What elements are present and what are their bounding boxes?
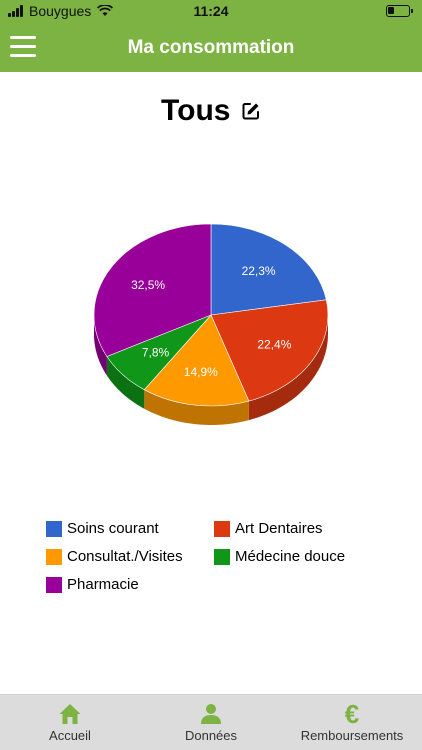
home-icon — [59, 704, 81, 724]
legend-swatch — [46, 576, 62, 593]
page-title: Ma consommation — [127, 37, 295, 58]
battery-level — [388, 7, 394, 14]
status-bar: Bouygues 11:24 — [0, 0, 422, 24]
filter-title: Tous — [161, 94, 231, 127]
legend-swatch — [214, 520, 230, 537]
tab-label: Accueil — [49, 728, 91, 743]
euro-icon: € — [345, 702, 359, 726]
pie-slice-label: 14,9% — [184, 365, 218, 379]
legend-label: Consultat./Visites — [67, 548, 183, 565]
filter-row: Tous — [0, 94, 422, 128]
tab-donnees[interactable]: Données — [140, 695, 282, 750]
battery-cap — [411, 9, 413, 13]
legend-label: Art Dentaires — [235, 520, 323, 537]
legend-swatch — [46, 548, 62, 565]
legend-label: Pharmacie — [67, 576, 139, 593]
legend-swatch — [46, 520, 62, 537]
edit-icon[interactable] — [241, 101, 261, 121]
user-icon — [201, 704, 221, 724]
legend-label: Médecine douce — [235, 548, 346, 565]
legend-item: Art Dentaires — [214, 520, 323, 537]
screen: Bouygues 11:24 Ma consommation Tous 22,3… — [0, 0, 422, 750]
legend-label: Soins courant — [67, 520, 159, 537]
svg-text:€: € — [345, 702, 359, 726]
pie-slice-label: 22,4% — [257, 337, 291, 351]
pie-slice-label: 32,5% — [131, 278, 165, 292]
pie-chart: 22,3% 22,4% 14,9% 7,8% 32,5% — [93, 223, 329, 425]
tab-label: Données — [184, 728, 238, 743]
pie-slice-label: 22,3% — [242, 264, 276, 278]
tab-bar: Accueil Données € Remboursements — [0, 694, 422, 750]
status-time: 11:24 — [193, 3, 229, 19]
legend-item: Consultat./Visites — [46, 548, 183, 565]
legend-item: Médecine douce — [214, 548, 345, 565]
tab-label: Remboursements — [300, 728, 404, 743]
legend-item: Soins courant — [46, 520, 159, 537]
app-header: Ma consommation — [0, 24, 422, 72]
battery-icon — [386, 5, 413, 17]
legend-swatch — [214, 548, 230, 565]
legend-item: Pharmacie — [46, 576, 139, 593]
tab-accueil[interactable]: Accueil — [0, 695, 140, 750]
pie-slice-label: 7,8% — [142, 346, 170, 360]
tab-remboursements[interactable]: € Remboursements — [282, 695, 422, 750]
